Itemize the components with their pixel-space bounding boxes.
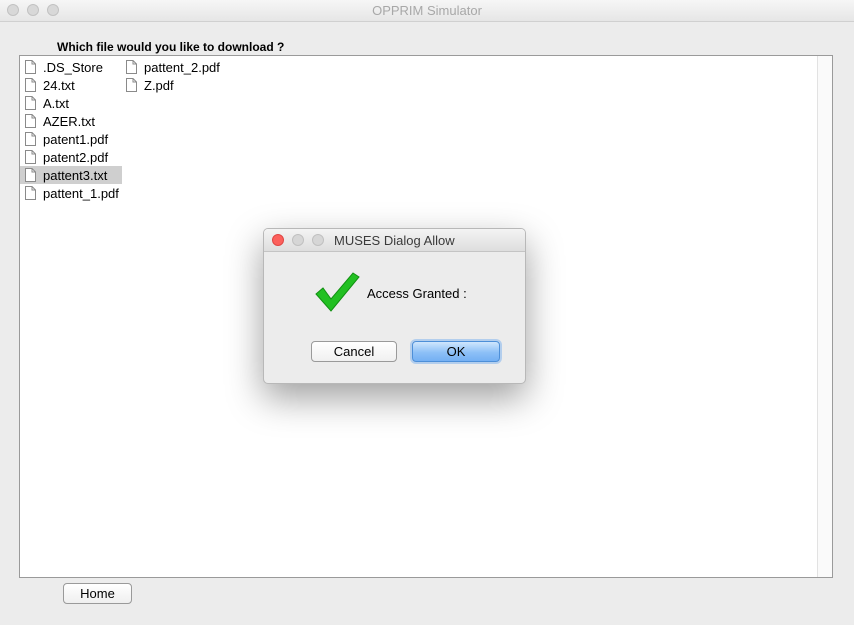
document-icon: [126, 78, 137, 92]
file-item[interactable]: A.txt: [20, 94, 122, 112]
document-icon: [25, 60, 36, 74]
checkmark-icon: [314, 269, 360, 315]
home-button[interactable]: Home: [63, 583, 132, 604]
window-title: OPPRIM Simulator: [372, 3, 482, 18]
file-name: Z.pdf: [144, 77, 174, 93]
file-list-scrollbar[interactable]: [817, 56, 832, 577]
file-name: patent2.pdf: [43, 149, 109, 165]
dialog-message: Access Granted :: [367, 286, 467, 301]
window-titlebar: OPPRIM Simulator: [0, 0, 854, 22]
file-name: pattent3.txt: [43, 167, 108, 183]
file-item[interactable]: pattent_1.pdf: [20, 184, 122, 202]
file-name: AZER.txt: [43, 113, 96, 129]
download-prompt: Which file would you like to download ?: [57, 40, 285, 54]
document-icon: [25, 186, 36, 200]
cancel-button[interactable]: Cancel: [311, 341, 397, 362]
document-icon: [25, 132, 36, 146]
dialog-close-button[interactable]: [272, 234, 284, 246]
document-icon: [25, 78, 36, 92]
file-item-selected[interactable]: pattent3.txt: [20, 166, 122, 184]
file-item[interactable]: patent2.pdf: [20, 148, 122, 166]
ok-button[interactable]: OK: [412, 341, 500, 362]
file-item[interactable]: AZER.txt: [20, 112, 122, 130]
file-name: A.txt: [43, 95, 70, 111]
dialog-titlebar: MUSES Dialog Allow: [264, 229, 525, 252]
dialog-minimize-button: [292, 234, 304, 246]
document-icon: [126, 60, 137, 74]
file-name: patent1.pdf: [43, 131, 109, 147]
file-name: .DS_Store: [43, 59, 103, 75]
file-name: pattent_1.pdf: [43, 185, 119, 201]
dialog-zoom-button: [312, 234, 324, 246]
access-dialog: MUSES Dialog Allow Access Granted : Canc…: [263, 228, 526, 384]
document-icon: [25, 114, 36, 128]
document-icon: [25, 96, 36, 110]
dialog-title: MUSES Dialog Allow: [334, 233, 455, 248]
file-name: 24.txt: [43, 77, 75, 93]
document-icon: [25, 150, 36, 164]
file-item[interactable]: .DS_Store: [20, 58, 122, 76]
file-item[interactable]: Z.pdf: [121, 76, 231, 94]
file-name: pattent_2.pdf: [144, 59, 220, 75]
file-item[interactable]: 24.txt: [20, 76, 122, 94]
file-item[interactable]: pattent_2.pdf: [121, 58, 231, 76]
document-icon: [25, 168, 36, 182]
file-item[interactable]: patent1.pdf: [20, 130, 122, 148]
